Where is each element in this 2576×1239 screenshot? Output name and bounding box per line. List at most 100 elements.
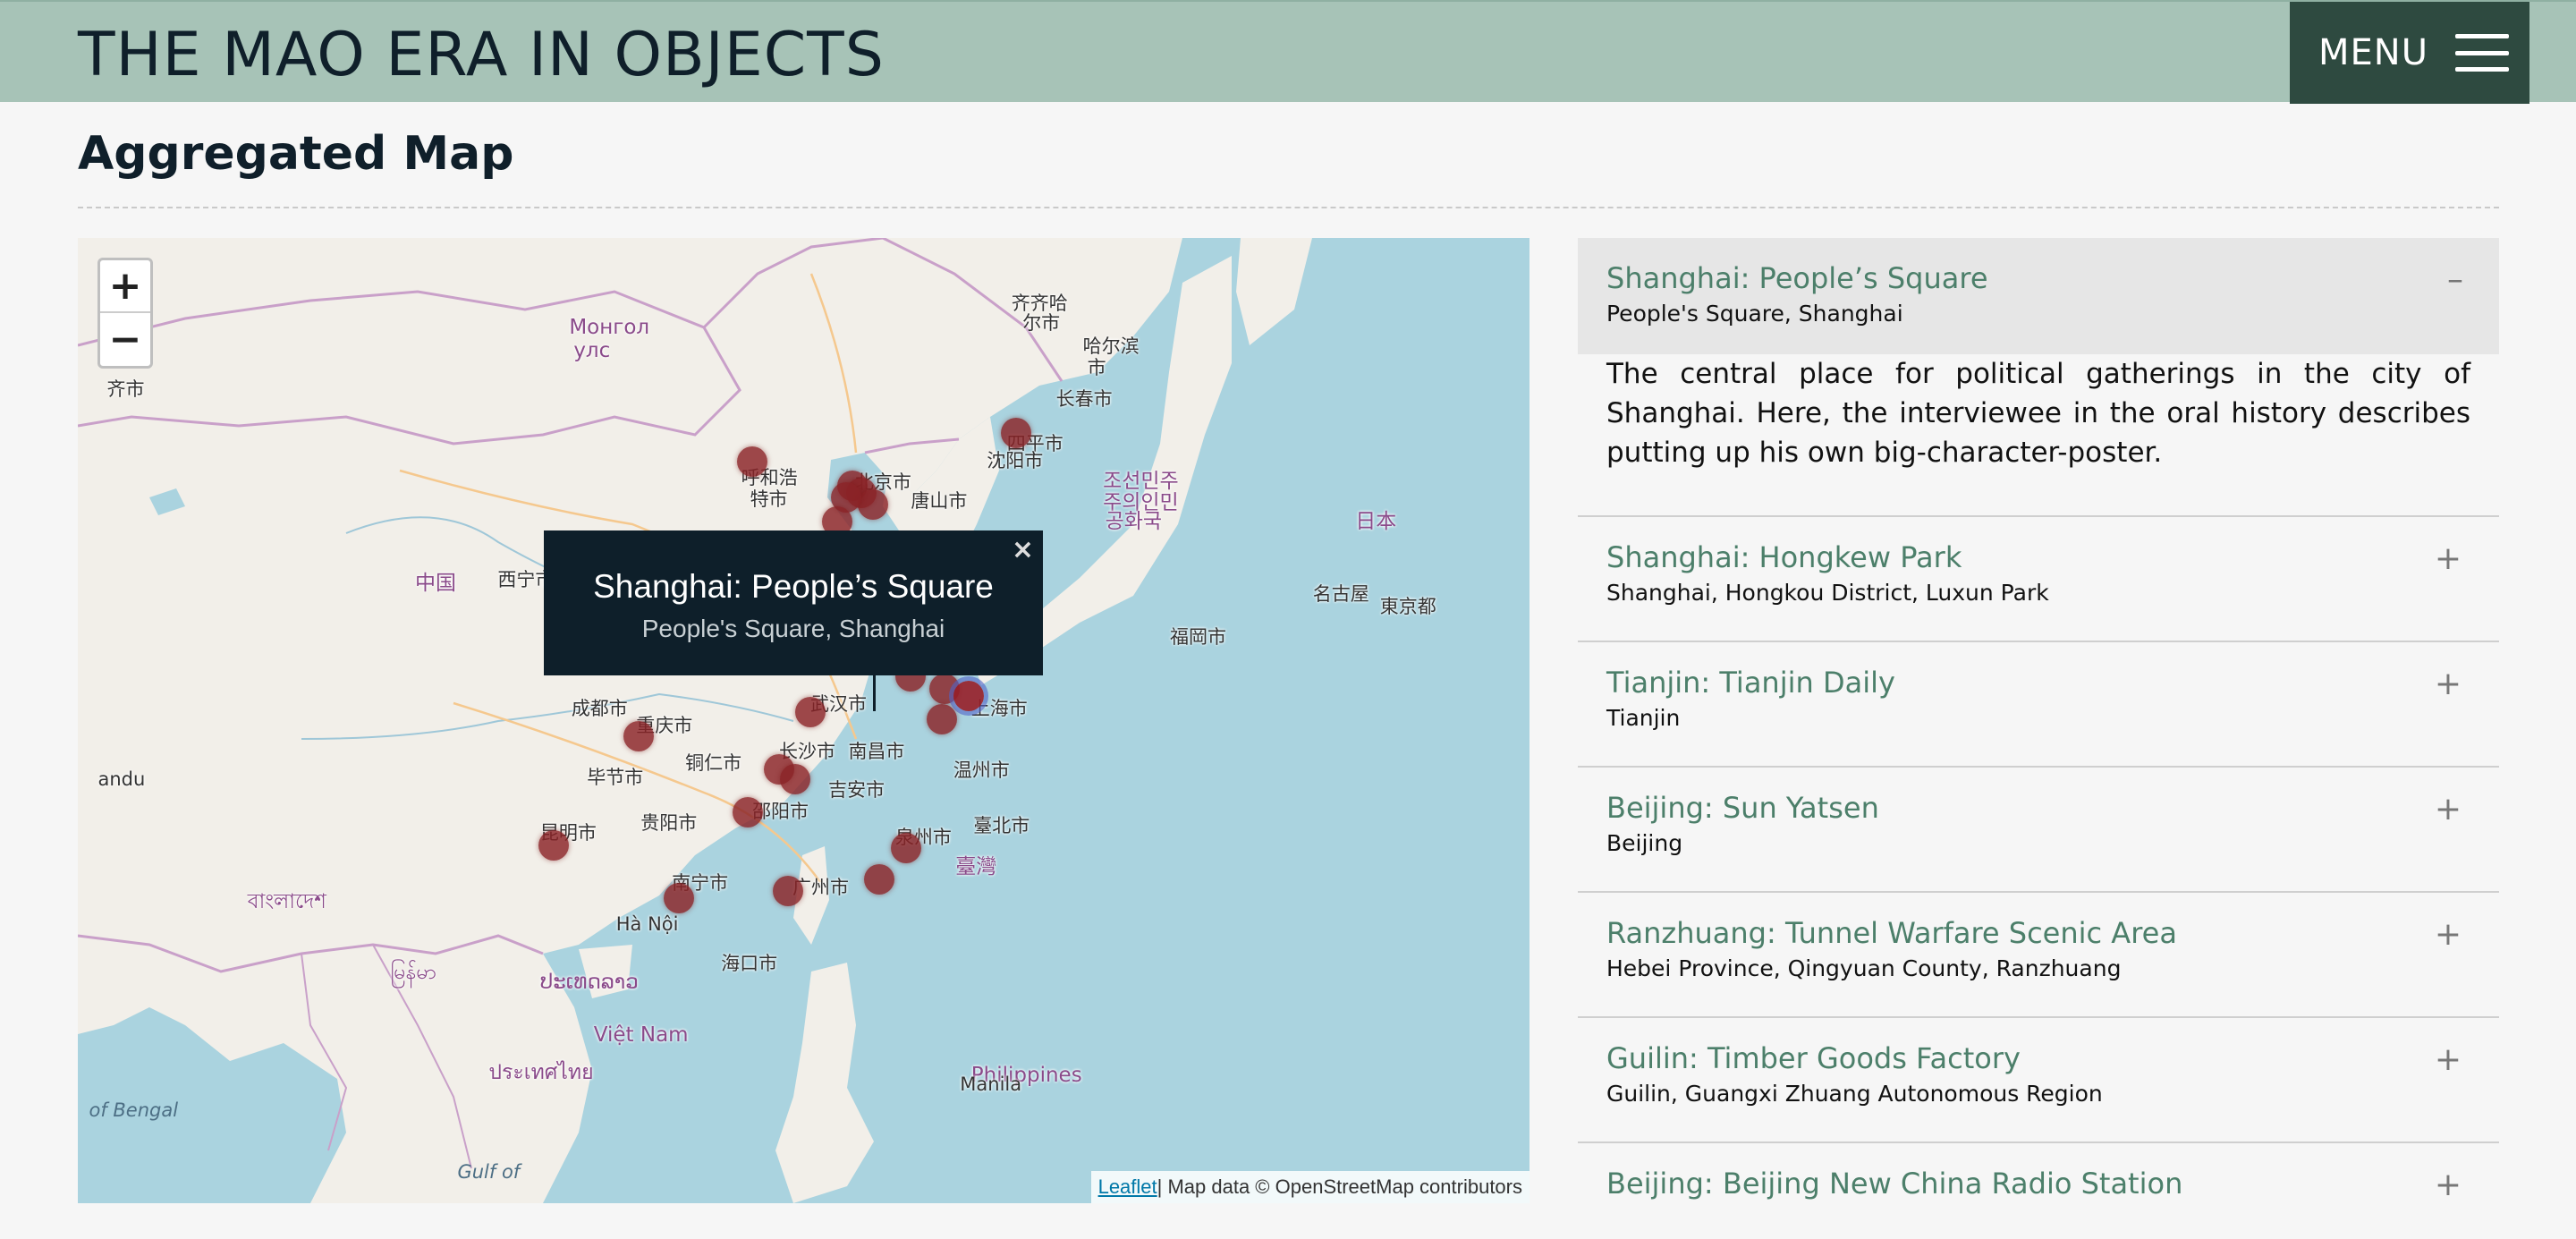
map-marker[interactable] (733, 797, 764, 828)
accordion-item[interactable]: Shanghai: Hongkew Park Shanghai, Hongkou… (1578, 517, 2499, 642)
expand-icon[interactable]: + (2435, 540, 2462, 577)
page-title: Aggregated Map (78, 127, 514, 181)
map-label: of Bengal (89, 1099, 179, 1122)
land-luzon (775, 963, 874, 1203)
accordion-header[interactable]: Guilin: Timber Goods Factory Guilin, Gua… (1606, 1018, 2470, 1134)
leaflet-link[interactable]: Leaflet (1098, 1175, 1157, 1199)
map-label: বাংলাদেশ (247, 890, 326, 914)
item-title: Beijing: Beijing New China Radio Station (1606, 1167, 2183, 1201)
item-title: Ranzhuang: Tunnel Warfare Scenic Area (1606, 916, 2177, 950)
popup-tip (873, 675, 876, 711)
map-label: 공화국 (1105, 510, 1163, 534)
map-label: 名古屋 (1312, 583, 1369, 606)
site-header: THE MAO ERA IN OBJECTS MENU (0, 0, 2576, 104)
expand-icon[interactable]: + (2435, 1041, 2462, 1078)
accordion-item[interactable]: Beijing: Sun Yatsen Beijing + (1578, 768, 2499, 893)
map-marker[interactable] (794, 697, 826, 728)
map-label: 海口市 (721, 953, 778, 975)
map-attribution: Leaflet | Map data © OpenStreetMap contr… (1090, 1171, 1530, 1203)
map-label: 中国 (415, 572, 457, 596)
map-label: 铜仁市 (685, 752, 742, 775)
map-label: 特市 (750, 488, 788, 510)
map-label: 福岡市 (1169, 626, 1226, 649)
accordion-item[interactable]: Tianjin: Tianjin Daily Tianjin + (1578, 642, 2499, 768)
map-label: 唐山市 (911, 490, 968, 513)
map-label: 東京都 (1379, 595, 1436, 617)
zoom-out-button[interactable]: − (100, 313, 150, 366)
map-label: Монгол (569, 315, 650, 339)
accordion-header[interactable]: Shanghai: People’s Square People's Squar… (1578, 238, 2499, 354)
accordion-item[interactable]: Shanghai: People’s Square People's Squar… (1578, 238, 2499, 517)
zoom-in-button[interactable]: + (100, 260, 150, 313)
map-label: 毕节市 (587, 767, 644, 789)
item-title: Shanghai: Hongkew Park (1606, 540, 1962, 574)
item-title: Beijing: Sun Yatsen (1606, 791, 1879, 825)
map-label: ປະເທດລາວ (539, 971, 639, 995)
item-subtitle: Beijing (1606, 830, 1683, 856)
map-marker[interactable] (927, 704, 958, 735)
map-marker[interactable] (1000, 418, 1031, 449)
map-label: 臺灣 (955, 855, 997, 879)
collapse-icon[interactable]: – (2447, 261, 2463, 298)
land-hokkaido (1236, 238, 1312, 345)
accordion-item[interactable]: Beijing: Beijing New China Radio Station… (1578, 1143, 2499, 1203)
map-label: Manila (960, 1073, 1022, 1095)
item-subtitle: Guilin, Guangxi Zhuang Autonomous Region (1606, 1081, 2103, 1107)
map-label: 吉安市 (827, 778, 885, 801)
expand-icon[interactable]: + (2435, 1167, 2462, 1203)
map-marker[interactable] (538, 830, 569, 861)
map-marker-selected[interactable] (953, 680, 985, 711)
map-label: 尔市 (1022, 311, 1061, 334)
menu-button[interactable]: MENU (2290, 2, 2529, 104)
hamburger-icon (2454, 34, 2509, 72)
map-label: Việt Nam (593, 1023, 689, 1047)
attribution-text: | Map data © OpenStreetMap contributors (1157, 1175, 1522, 1198)
map-label: ประเทศไทย (488, 1061, 594, 1085)
item-description: The central place for political gatherin… (1606, 358, 2470, 469)
item-title: Tianjin: Tianjin Daily (1606, 666, 1895, 700)
site-title[interactable]: THE MAO ERA IN OBJECTS (78, 20, 885, 90)
map-label: Hà Nội (615, 913, 679, 936)
title-divider (78, 207, 2499, 208)
menu-label: MENU (2318, 32, 2428, 73)
accordion-header[interactable]: Beijing: Sun Yatsen Beijing + (1606, 768, 2470, 884)
map-marker[interactable] (663, 882, 694, 913)
expand-icon[interactable]: + (2435, 666, 2462, 702)
accordion-header[interactable]: Tianjin: Tianjin Daily Tianjin + (1606, 642, 2470, 759)
popup-title: Shanghai: People’s Square (593, 568, 994, 605)
close-icon[interactable]: × (1012, 534, 1034, 565)
map-label: 成都市 (571, 698, 628, 720)
map-marker[interactable] (891, 833, 922, 864)
map-label: andu (97, 768, 146, 790)
map-label: 温州市 (953, 760, 1010, 782)
map-label: မြန်မာ (390, 960, 437, 984)
accordion-item[interactable]: Guilin: Timber Goods Factory Guilin, Gua… (1578, 1018, 2499, 1143)
accordion-item[interactable]: Ranzhuang: Tunnel Warfare Scenic Area He… (1578, 893, 2499, 1018)
map-label: Gulf of (457, 1161, 521, 1184)
map-label: 日本 (1355, 510, 1397, 534)
accordion-header[interactable]: Ranzhuang: Tunnel Warfare Scenic Area He… (1606, 893, 2470, 1009)
map-marker[interactable] (623, 720, 654, 751)
item-subtitle: Tianjin (1606, 705, 1681, 731)
item-subtitle: Shanghai, Hongkou District, Luxun Park (1606, 580, 2049, 606)
map-view[interactable]: Монгол улс 中国 日本 조선민주 주의인민 공화국 বাংলাদেশ Việt Nam… (78, 238, 1530, 1203)
map-label: 市 (1087, 357, 1106, 379)
map-label: 贵阳市 (640, 812, 698, 835)
expand-icon[interactable]: + (2435, 791, 2462, 827)
map-marker[interactable] (864, 863, 895, 895)
accordion-header[interactable]: Beijing: Beijing New China Radio Station… (1606, 1143, 2470, 1203)
map-label: 长春市 (1055, 387, 1113, 410)
item-subtitle: People's Square, Shanghai (1606, 301, 1903, 327)
expand-icon[interactable]: + (2435, 916, 2462, 953)
accordion-header[interactable]: Shanghai: Hongkew Park Shanghai, Hongkou… (1606, 517, 2470, 633)
map-marker[interactable] (737, 446, 768, 478)
map-popup: × Shanghai: People’s Square People's Squ… (544, 530, 1043, 675)
map-label: 齐市 (106, 378, 145, 401)
popup-subtitle: People's Square, Shanghai (641, 615, 945, 642)
zoom-control: + − (97, 258, 153, 369)
item-title: Guilin: Timber Goods Factory (1606, 1041, 2021, 1075)
map-marker[interactable] (779, 763, 810, 794)
map-marker[interactable] (773, 875, 804, 906)
map-marker[interactable] (857, 489, 888, 521)
item-title: Shanghai: People’s Square (1606, 261, 1988, 295)
